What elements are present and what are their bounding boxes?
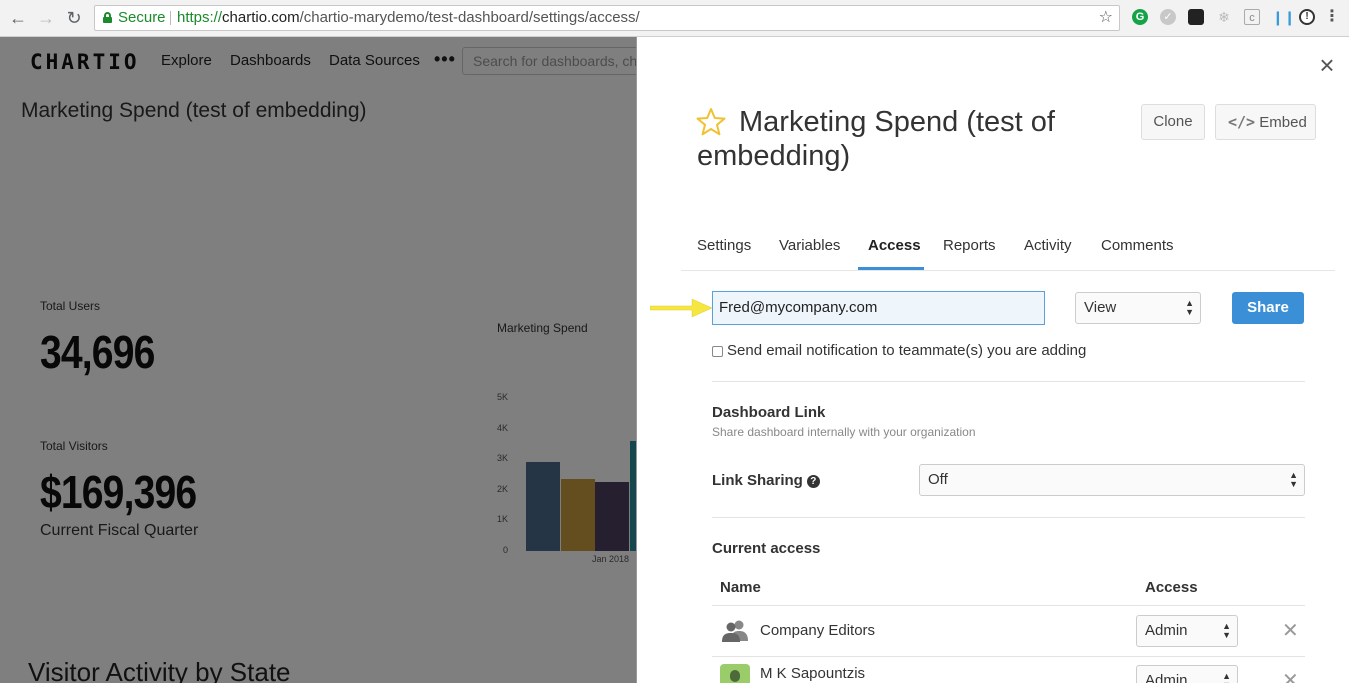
access-row-name: M K Sapountzis [760, 665, 866, 682]
help-icon[interactable]: ? [806, 475, 820, 488]
extension-dark-icon[interactable] [1188, 9, 1204, 25]
link-sharing-select-value: Off [928, 471, 948, 488]
divider [712, 381, 1305, 382]
tab-reports[interactable]: Reports [943, 237, 996, 271]
dashboard-link-subtitle: Share dashboard internally with your org… [712, 425, 976, 439]
email-input[interactable]: Fred@mycompany.com [712, 291, 1045, 325]
lock-icon [103, 12, 112, 23]
close-icon[interactable]: × [1317, 52, 1337, 78]
tab-access[interactable]: Access [868, 237, 921, 271]
secure-label: Secure [118, 9, 166, 26]
access-level-select[interactable]: Admin ▲▼ [1136, 615, 1238, 647]
select-arrows-icon: ▲▼ [1289, 470, 1298, 489]
access-row-name: Company Editors [760, 622, 876, 639]
access-level-value: Admin [1145, 672, 1188, 683]
modal-backdrop[interactable] [0, 37, 636, 683]
pointer-arrow-icon [650, 298, 712, 318]
panel-title: Marketing Spend (test of embedding) [697, 106, 1055, 172]
access-level-select[interactable]: Admin ▲▼ [1136, 665, 1238, 683]
forward-icon[interactable]: → [36, 8, 56, 28]
address-bar[interactable]: Secure https://chartio.com/chartio-maryd… [94, 5, 1120, 31]
notify-checkbox[interactable] [712, 346, 723, 357]
permission-select[interactable]: View ▲ ▼ [1075, 292, 1201, 324]
extension-c-icon[interactable]: c [1244, 9, 1260, 25]
tab-variables[interactable]: Variables [779, 237, 840, 271]
link-sharing-select[interactable]: Off ▲ ▼ [919, 464, 1305, 496]
dashboard-link-title: Dashboard Link [712, 404, 826, 421]
reload-icon[interactable]: ↻ [64, 8, 84, 28]
tab-bar: Settings Variables Access Reports Activi… [681, 237, 1335, 271]
divider [712, 656, 1305, 657]
extension-wave-icon[interactable]: ❙❙ [1272, 9, 1295, 25]
column-header-name: Name [720, 579, 761, 596]
url-separator [170, 11, 171, 25]
notify-label: Send email notification to teammate(s) y… [727, 342, 1087, 359]
extension-check-icon[interactable]: ✓ [1160, 9, 1176, 25]
remove-access-icon[interactable]: ✕ [1282, 618, 1299, 643]
tab-activity[interactable]: Activity [1024, 237, 1072, 271]
embed-button[interactable]: </> Embed [1215, 104, 1316, 140]
select-arrows-icon: ▲▼ [1222, 621, 1231, 640]
info-icon[interactable]: ! [1299, 9, 1315, 25]
active-tab-indicator [858, 267, 924, 270]
tab-settings[interactable]: Settings [697, 237, 751, 271]
grammarly-icon[interactable]: G [1132, 9, 1148, 25]
back-icon[interactable]: ← [8, 8, 28, 28]
group-icon [722, 620, 748, 642]
settings-panel: × Marketing Spend (test of embedding) Cl… [636, 37, 1349, 683]
select-arrows-icon: ▲▼ [1185, 298, 1194, 317]
clone-button[interactable]: Clone [1141, 104, 1205, 140]
menu-icon[interactable]: ⋮ [1324, 9, 1340, 25]
extension-snowflake-icon[interactable]: ❄ [1216, 9, 1232, 25]
remove-access-icon[interactable]: ✕ [1282, 668, 1299, 683]
tab-comments[interactable]: Comments [1101, 237, 1174, 271]
access-level-value: Admin [1145, 622, 1188, 639]
code-icon: </> [1228, 113, 1256, 131]
divider [712, 605, 1305, 606]
url-text: https://chartio.com/chartio-marydemo/tes… [177, 9, 640, 26]
column-header-access: Access [1145, 579, 1198, 596]
current-access-title: Current access [712, 540, 821, 557]
divider [712, 517, 1305, 518]
share-button[interactable]: Share [1232, 292, 1304, 324]
bookmark-star-icon[interactable]: ☆ [1099, 6, 1113, 30]
embed-button-label: Embed [1259, 114, 1307, 131]
link-sharing-label: Link Sharing? [712, 472, 820, 489]
avatar [720, 664, 750, 683]
permission-select-value: View [1084, 299, 1117, 316]
select-arrows-icon: ▲▼ [1222, 671, 1231, 683]
browser-toolbar: ← → ↻ Secure https://chartio.com/chartio… [0, 0, 1349, 37]
